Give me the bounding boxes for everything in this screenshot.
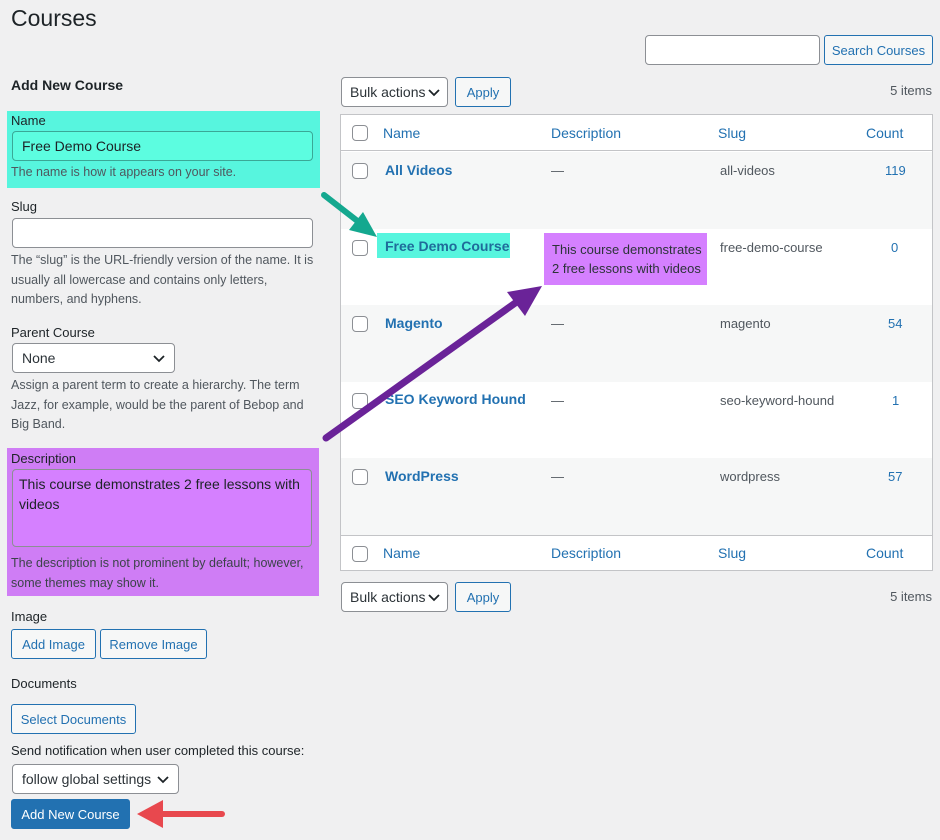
image-label: Image [11,609,48,624]
apply-button-bottom[interactable]: Apply [455,582,511,612]
row-checkbox[interactable] [352,316,368,332]
description-help: The description is not prominent by defa… [11,556,304,590]
course-description: — [551,393,564,408]
course-slug: seo-keyword-hound [720,393,835,408]
column-slug-footer[interactable]: Slug [718,545,746,561]
column-description-header[interactable]: Description [551,125,621,141]
documents-label: Documents [11,676,77,691]
course-description: — [551,163,564,178]
remove-image-button[interactable]: Remove Image [100,629,207,659]
search-input[interactable] [645,35,820,65]
column-count-footer[interactable]: Count [866,545,903,561]
chevron-down-icon [428,89,440,97]
items-count-top: 5 items [890,83,932,98]
row-checkbox[interactable] [352,163,368,179]
name-input[interactable]: Free Demo Course [12,131,313,161]
red-arrow-icon [137,800,225,828]
table-row: WordPress — wordpress 57 [341,458,932,535]
add-new-course-heading: Add New Course [11,77,124,93]
parent-course-selected: None [22,350,56,366]
bulk-actions-select-top[interactable]: Bulk actions [341,77,448,107]
column-slug-header[interactable]: Slug [718,125,746,141]
slug-label: Slug [11,199,38,214]
course-name-link[interactable]: All Videos [385,162,452,178]
course-description: This course demonstrates 2 free lessons … [552,242,702,276]
column-name-header[interactable]: Name [383,125,420,141]
bulk-actions-label: Bulk actions [350,589,426,605]
parent-course-label: Parent Course [11,325,95,340]
description-label: Description [11,451,77,466]
course-description: — [551,316,564,331]
course-slug: all-videos [720,163,775,178]
chevron-down-icon [153,355,165,363]
notification-label: Send notification when user completed th… [11,743,305,758]
page-title: Courses [11,5,97,31]
table-row: Free Demo Course This course demonstrate… [341,229,932,305]
course-name-link[interactable]: Magento [385,315,443,331]
course-count-link[interactable]: 54 [888,316,902,331]
course-name-link[interactable]: SEO Keyword Hound [385,391,526,407]
parent-course-help: Assign a parent term to create a hierarc… [11,378,304,431]
name-help: The name is how it appears on your site. [11,165,237,179]
select-all-checkbox-footer[interactable] [352,546,368,562]
courses-table: Name Description Slug Count All Videos —… [340,114,933,571]
bulk-actions-select-bottom[interactable]: Bulk actions [341,582,448,612]
row-checkbox[interactable] [352,240,368,256]
add-image-button[interactable]: Add Image [11,629,96,659]
course-description: — [551,469,564,484]
course-slug: wordpress [720,469,780,484]
slug-help: The “slug” is the URL-friendly version o… [11,253,314,306]
column-count-header[interactable]: Count [866,125,903,141]
course-slug: free-demo-course [720,240,823,255]
column-description-footer[interactable]: Description [551,545,621,561]
notification-select[interactable]: follow global settings [12,764,179,794]
select-all-checkbox[interactable] [352,125,368,141]
select-documents-button[interactable]: Select Documents [11,704,136,734]
chevron-down-icon [428,594,440,602]
slug-input[interactable] [12,218,313,248]
row-checkbox[interactable] [352,393,368,409]
apply-button-top[interactable]: Apply [455,77,511,107]
course-slug: magento [720,316,771,331]
add-new-course-button[interactable]: Add New Course [11,799,130,829]
table-footer-row: Name Description Slug Count [341,535,932,570]
course-name-link[interactable]: WordPress [385,468,459,484]
course-name-link[interactable]: Free Demo Course [385,238,509,254]
notification-selected: follow global settings [22,771,152,787]
row-checkbox[interactable] [352,469,368,485]
search-courses-button[interactable]: Search Courses [824,35,933,65]
table-row: SEO Keyword Hound — seo-keyword-hound 1 [341,382,932,458]
items-count-bottom: 5 items [890,589,932,604]
course-count-link[interactable]: 57 [888,469,902,484]
name-label: Name [11,113,46,128]
column-name-footer[interactable]: Name [383,545,420,561]
table-row: Magento — magento 54 [341,305,932,382]
table-header-row: Name Description Slug Count [341,115,932,151]
course-count-link[interactable]: 0 [891,240,898,255]
chevron-down-icon [157,776,169,784]
course-count-link[interactable]: 119 [885,163,906,178]
course-count-link[interactable]: 1 [892,393,899,408]
description-textarea[interactable]: This course demonstrates 2 free lessons … [12,469,312,547]
table-row: All Videos — all-videos 119 [341,152,932,229]
bulk-actions-label: Bulk actions [350,84,426,100]
parent-course-select[interactable]: None [12,343,175,373]
